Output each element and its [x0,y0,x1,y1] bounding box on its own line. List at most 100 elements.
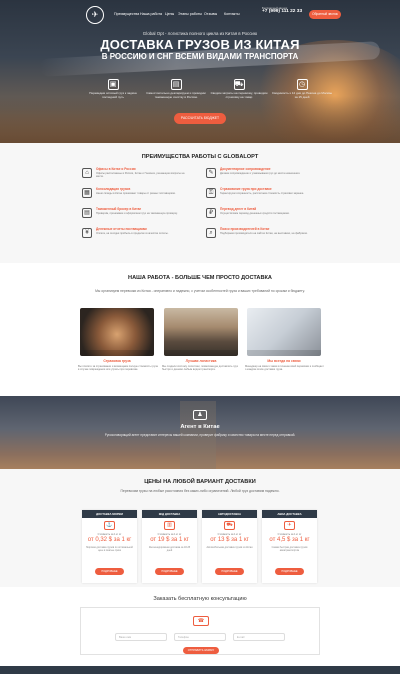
phone-field[interactable]: Телефон [174,633,226,641]
advantage-heading: Консолидация грузов [96,187,131,191]
price-card-air: АВИА ДОСТАВКА ✈ Стоимость за 1 кг от от … [262,510,317,583]
price-value: от 19 $ за 1 кг [150,537,189,543]
advantage-text: Делаем сопровождение и упаковываем груз … [220,172,301,175]
cargo-hands-photo [80,308,154,356]
nav-item-advantages[interactable]: Преимущества [114,12,139,16]
hero-feature-text: Сводим затраты на перевозку, проводим ст… [210,91,268,99]
consultation-title: Заказать бесплатную консультацию [153,596,247,602]
work-heading: Лучшая логистика [185,359,217,363]
advantage-text: Гарантируем сохранность, рассчитаем стои… [220,192,305,195]
clock-icon: ◷ [296,79,308,90]
advantage-heading: Денежные отчеты поставщикам [96,227,147,231]
price-card-auto: АВТОДОСТАВКА ⛟ Стоимость за 1 кг от от 1… [202,510,257,583]
logo-icon[interactable]: ✈ [86,6,104,24]
hero-title: ДОСТАВКА ГРУЗОВ ИЗ КИТАЯ [100,37,300,52]
nav-item-stages[interactable]: Этапы работы [178,12,202,16]
agent-section: ♟ Агент в Китае Русскоговорящий агент пр… [0,396,400,469]
price-card-rail: Ж/Д ДОСТАВКА ▥ Стоимость за 1 кг от от 1… [142,510,197,583]
work-heading: Мы всегда на связи [267,359,301,363]
price-card-heading: АВТОДОСТАВКА [202,510,257,518]
prices-section: ЦЕНЫ НА ЛЮБОЙ ВАРИАНТ ДОСТАВКИ Перевозим… [0,469,400,587]
price-card-heading: АВИА ДОСТАВКА [262,510,317,518]
hero-section: ✈ Преимущества Наша работа Цены Этапы ра… [0,0,400,143]
agent-title: Агент в Китае [180,424,220,430]
advantage-item: ⚿ Страхование груза при доставке Гаранти… [206,187,316,207]
advantage-heading: Перевод денег в Китай [220,207,257,211]
price-caption: Стоимость за 1 кг от [157,533,182,536]
work-title: НАША РАБОТА - БОЛЬШЕ ЧЕМ ПРОСТО ДОСТАВКА [128,275,272,281]
search-icon: ⌕ [206,228,216,238]
nav-item-contacts[interactable]: Контакты [224,12,240,16]
calculate-budget-button[interactable]: РАССЧИТАТЬ БЮДЖЕТ [174,113,226,124]
advantage-text: Оплата, на сегодня прибыль в пределах в … [96,232,169,235]
office-icon: ⌂ [82,168,92,178]
details-button[interactable]: ПОДРОБНЕЕ [95,568,124,575]
port-cranes-photo [164,308,238,356]
hero-feature: ▤ Самостоятельно декларируем и проводим … [145,79,207,99]
footer [0,666,400,674]
price-value: от 0,32 $ за 1 кг [87,537,132,543]
payment-icon: ¥ [82,228,92,238]
insurance-icon: ⚿ [206,188,216,198]
price-caption: Стоимость за 1 кг от [277,533,302,536]
advantage-heading: Таможенный брокер в Китае [96,207,142,211]
work-text: Менеджер на связи с вами в течение всей … [245,365,324,372]
advantage-item: ⌂ Офисы в Китае и России Офисы расположе… [82,167,192,187]
phone-number[interactable]: +7 (999) 111 22 33 [262,9,302,14]
price-caption: Стоимость за 1 кг от [217,533,242,536]
hero-feature-text: Самостоятельно декларируем и проводим та… [146,91,206,99]
advantage-item: ✎ Документарное сопровождение Делаем соп… [206,167,316,187]
phone-icon: ☎ [193,616,209,626]
hero-feature: ▣ Переведем оптовый груз к задача послед… [82,79,144,99]
prices-title: ЦЕНЫ НА ЛЮБОЙ ВАРИАНТ ДОСТАВКИ [144,479,256,485]
agent-text: Русскоговорящий агент представит интерес… [104,433,296,437]
callback-button[interactable]: Обратный звонок [309,10,341,19]
prices-lead: Перевозим грузы на любые расстояния без … [120,489,280,493]
hero-feature: ⛟ Сводим затраты на перевозку, проводим … [208,79,270,99]
airplane-icon: ✈ [284,521,295,530]
nav-item-prices[interactable]: Цены [165,12,174,16]
train-icon: ▥ [164,521,175,530]
advantage-heading: Поиск производителей в Китае [220,227,270,231]
work-section: НАША РАБОТА - БОЛЬШЕ ЧЕМ ПРОСТО ДОСТАВКА… [0,263,400,396]
price-value: от 4,5 $ за 1 кг [269,537,310,543]
truck-icon: ⛟ [224,521,235,530]
price-description: Морская доставка грузов по оптимальной ц… [86,546,133,552]
advantages-title: ПРЕИМУЩЕСТВА РАБОТЫ С GLOBALOPT [141,154,259,160]
work-text: Вы платите за страхование и возмещаем по… [78,365,158,372]
consultation-section: Заказать бесплатную консультацию ☎ Ваше … [0,587,400,666]
submit-button[interactable]: ОТПРАВИТЬ ЗАЯВКУ [183,647,219,654]
advantage-item: ▤ Таможенный брокер в Китае Проверим, пр… [82,207,192,227]
price-value: от 13 $ за 1 кг [210,537,249,543]
advantage-heading: Офисы в Китае и России [96,167,136,171]
email-field[interactable]: E-mail [233,633,285,641]
price-description: Автомобильная доставка грузов из Китая [206,546,253,549]
advantage-item: ⌕ Поиск производителей в Китае Подбираем… [206,227,316,247]
nav-item-reviews[interactable]: Отзывы [204,12,217,16]
anchor-icon: ⚓ [104,521,115,530]
advantage-text: Осуществляем перевод денежных средств по… [220,212,290,215]
name-field[interactable]: Ваше имя [115,633,167,641]
agent-icon: ♟ [193,410,207,420]
money-icon: ₽ [206,208,216,218]
work-heading: Страховка груза [103,359,131,363]
nav-item-work[interactable]: Наша работа [140,12,162,16]
page: ✈ Преимущества Наша работа Цены Этапы ра… [0,0,400,674]
consultation-form: ☎ Ваше имя Телефон E-mail ОТПРАВИТЬ ЗАЯВ… [80,607,320,655]
price-card-heading: Ж/Д ДОСТАВКА [142,510,197,518]
advantage-item: ₽ Перевод денег в Китай Осуществляем пер… [206,207,316,227]
container-icon: ▦ [82,188,92,198]
truck-icon: ⛟ [233,79,245,90]
advantage-text: Офисы расположены в России, Китае и Гонк… [96,172,185,179]
details-button[interactable]: ПОДРОБНЕЕ [275,568,304,575]
customs-icon: ▤ [82,208,92,218]
advantage-heading: Документарное сопровождение [220,167,271,171]
details-button[interactable]: ПОДРОБНЕЕ [155,568,184,575]
details-button[interactable]: ПОДРОБНЕЕ [215,568,244,575]
advantage-text: Подбираем производителя на сайтах Китая,… [220,232,308,235]
document-icon: ✎ [206,168,216,178]
advantage-heading: Страхование груза при доставке [220,187,272,191]
work-text: Мы создали систему логистики, позволяющу… [162,365,238,372]
box-icon: ▣ [107,79,119,90]
hero-feature-text: Переведем оптовый груз к задача последни… [89,91,137,99]
